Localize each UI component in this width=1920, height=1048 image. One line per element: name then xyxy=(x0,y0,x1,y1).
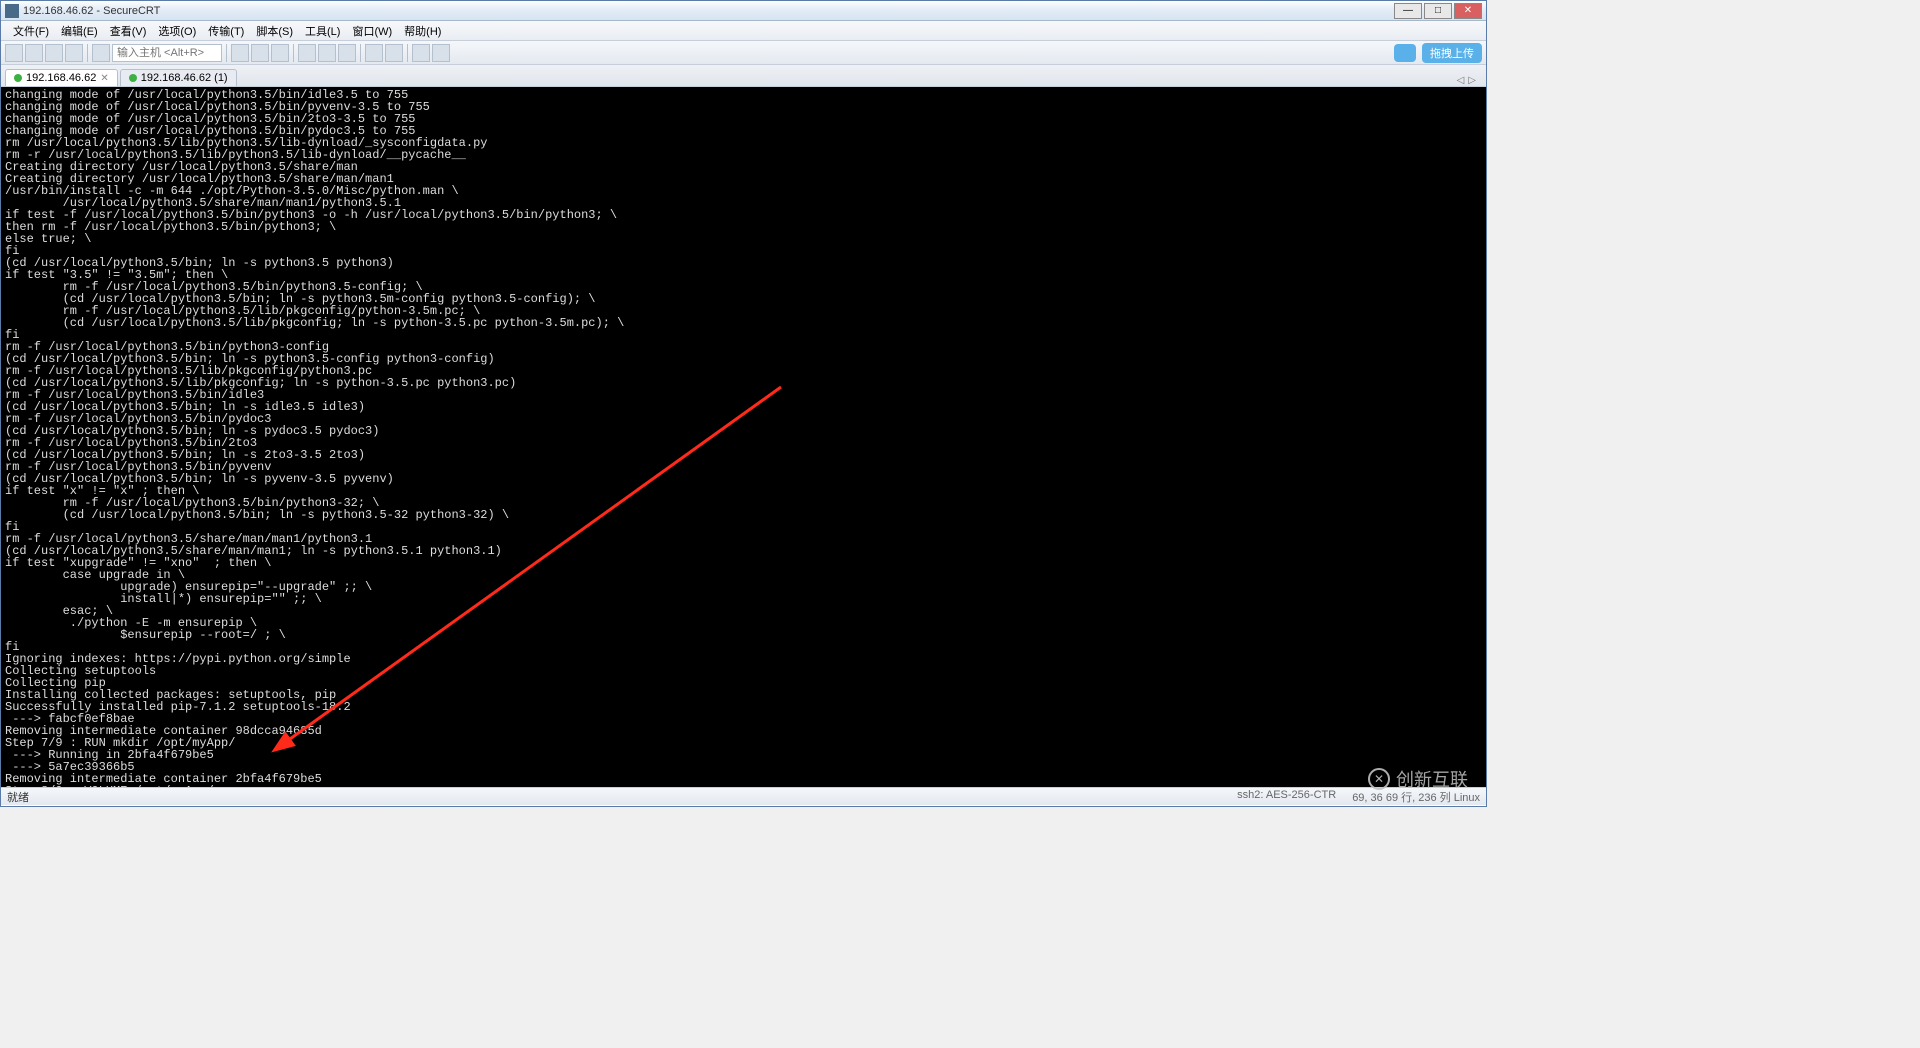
menu-window[interactable]: 窗口(W) xyxy=(346,23,398,39)
window-controls: — □ ✕ xyxy=(1394,3,1482,19)
toolbar-stop-icon[interactable] xyxy=(92,44,110,62)
status-dot-icon xyxy=(129,74,137,82)
titlebar[interactable]: 192.168.46.62 - SecureCRT — □ ✕ xyxy=(1,1,1486,21)
toolbar-key-icon[interactable] xyxy=(385,44,403,62)
watermark-text: 创新互联 xyxy=(1396,766,1468,792)
toolbar: 拖拽上传 xyxy=(1,41,1486,65)
minimize-button[interactable]: — xyxy=(1394,3,1422,19)
toolbar-reconnect-icon[interactable] xyxy=(45,44,63,62)
tab-nav: ◁ ▷ xyxy=(1457,75,1482,86)
toolbar-find-icon[interactable] xyxy=(271,44,289,62)
toolbar-connect-icon[interactable] xyxy=(5,44,23,62)
toolbar-separator xyxy=(87,44,88,62)
tab-next-icon[interactable]: ▷ xyxy=(1468,75,1476,86)
app-icon xyxy=(5,4,19,18)
toolbar-help-icon[interactable] xyxy=(412,44,430,62)
toolbar-separator xyxy=(360,44,361,62)
toolbar-properties-icon[interactable] xyxy=(318,44,336,62)
tab-prev-icon[interactable]: ◁ xyxy=(1457,75,1465,86)
host-input[interactable] xyxy=(112,44,222,62)
toolbar-script-icon[interactable] xyxy=(338,44,356,62)
tabbar: 192.168.46.62 ✕ 192.168.46.62 (1) ◁ ▷ xyxy=(1,65,1486,87)
toolbar-separator xyxy=(407,44,408,62)
cloud-icon[interactable] xyxy=(1394,44,1416,62)
maximize-button[interactable]: □ xyxy=(1424,3,1452,19)
tab-label: 192.168.46.62 xyxy=(26,72,96,84)
menu-transfer[interactable]: 传输(T) xyxy=(202,23,250,39)
status-text: 就绪 xyxy=(7,789,29,805)
toolbar-about-icon[interactable] xyxy=(432,44,450,62)
tab-session-1[interactable]: 192.168.46.62 ✕ xyxy=(5,69,118,86)
tab-session-2[interactable]: 192.168.46.62 (1) xyxy=(120,69,237,86)
close-button[interactable]: ✕ xyxy=(1454,3,1482,19)
toolbar-paste-icon[interactable] xyxy=(251,44,269,62)
status-connection: ssh2: AES-256-CTR xyxy=(1237,789,1336,805)
menu-edit[interactable]: 编辑(E) xyxy=(55,23,104,39)
tab-close-icon[interactable]: ✕ xyxy=(100,73,108,84)
app-window: 192.168.46.62 - SecureCRT — □ ✕ 文件(F) 编辑… xyxy=(0,0,1487,807)
toolbar-options-icon[interactable] xyxy=(365,44,383,62)
toolbar-quick-icon[interactable] xyxy=(25,44,43,62)
terminal[interactable]: changing mode of /usr/local/python3.5/bi… xyxy=(1,87,1486,787)
watermark: ✕ 创新互联 xyxy=(1368,766,1468,792)
menu-file[interactable]: 文件(F) xyxy=(7,23,55,39)
toolbar-copy-icon[interactable] xyxy=(231,44,249,62)
statusbar: 就绪 ssh2: AES-256-CTR 69, 36 69 行, 236 列 … xyxy=(1,787,1486,805)
window-title: 192.168.46.62 - SecureCRT xyxy=(23,5,1394,17)
menu-tools[interactable]: 工具(L) xyxy=(299,23,346,39)
menu-help[interactable]: 帮助(H) xyxy=(398,23,447,39)
toolbar-print-icon[interactable] xyxy=(298,44,316,62)
terminal-output: changing mode of /usr/local/python3.5/bi… xyxy=(5,88,624,787)
upload-button[interactable]: 拖拽上传 xyxy=(1422,43,1482,63)
menu-view[interactable]: 查看(V) xyxy=(104,23,153,39)
toolbar-disconnect-icon[interactable] xyxy=(65,44,83,62)
menubar: 文件(F) 编辑(E) 查看(V) 选项(O) 传输(T) 脚本(S) 工具(L… xyxy=(1,21,1486,41)
menu-options[interactable]: 选项(O) xyxy=(152,23,202,39)
toolbar-separator xyxy=(293,44,294,62)
watermark-icon: ✕ xyxy=(1368,768,1390,790)
tab-label: 192.168.46.62 (1) xyxy=(141,72,228,84)
toolbar-separator xyxy=(226,44,227,62)
toolbar-right: 拖拽上传 xyxy=(1394,43,1482,63)
menu-scripts[interactable]: 脚本(S) xyxy=(250,23,299,39)
status-dot-icon xyxy=(14,74,22,82)
